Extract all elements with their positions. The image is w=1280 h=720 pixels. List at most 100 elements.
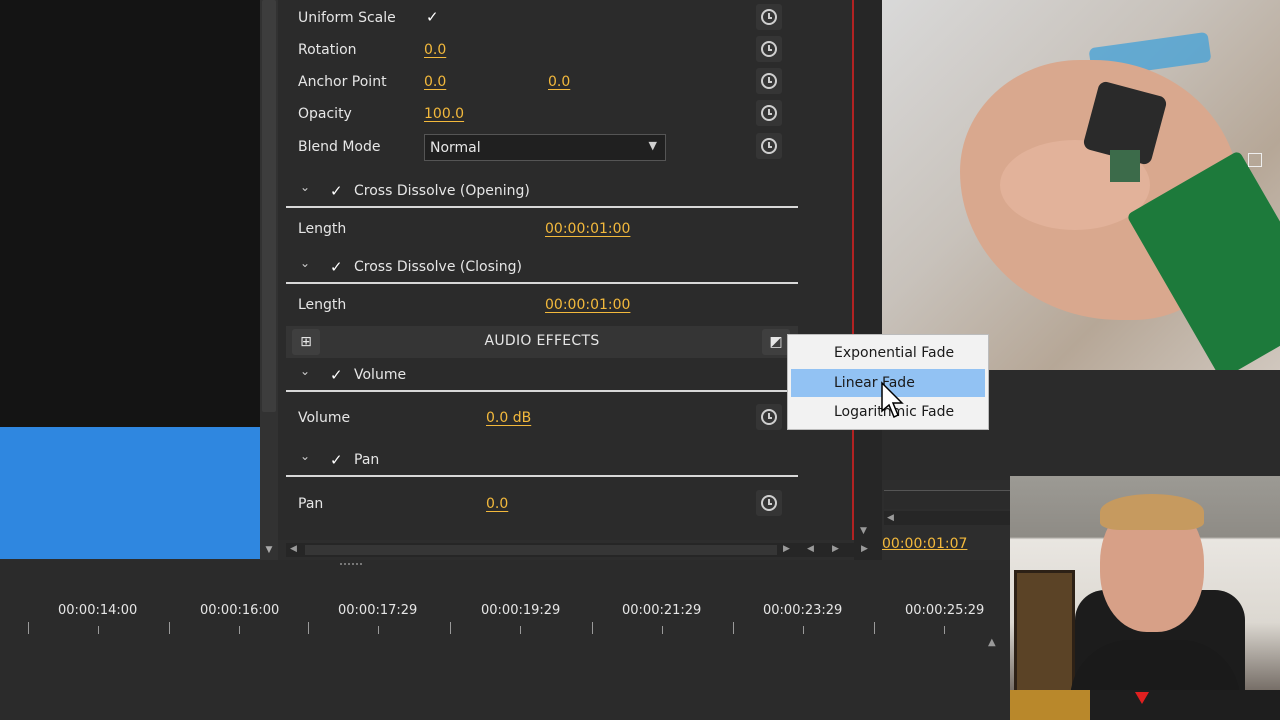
section-divider	[286, 475, 798, 477]
timeline-tick	[944, 626, 945, 634]
cross-dissolve-closing-length-label: Length	[298, 297, 347, 313]
pan-value[interactable]: 0.0	[486, 496, 508, 512]
audio-effects-header: AUDIO EFFECTS	[286, 326, 798, 358]
uniform-scale-checkbox[interactable]: ✓	[426, 8, 439, 26]
section-divider	[286, 282, 798, 284]
timeline-tick	[378, 626, 379, 634]
opacity-value[interactable]: 100.0	[424, 106, 464, 122]
timeline-tick	[98, 626, 99, 634]
left-panel-selection	[0, 427, 260, 559]
scroll-down-arrow-icon[interactable]: ▼	[860, 526, 867, 536]
audio-effects-title: AUDIO EFFECTS	[484, 333, 600, 349]
scroll-right-arrow-icon[interactable]: ▶	[783, 544, 790, 554]
timeline-ruler-label: 00:00:17:29	[338, 603, 418, 618]
horizontal-scrollbar-thumb[interactable]	[305, 545, 777, 555]
uniform-scale-label: Uniform Scale	[298, 10, 396, 26]
chevron-down-icon[interactable]: ⌄	[300, 449, 310, 463]
player-ruler[interactable]	[884, 490, 1010, 509]
blend-mode-keyframe-button[interactable]	[756, 133, 782, 159]
cross-dissolve-closing-title: Cross Dissolve (Closing)	[354, 259, 522, 275]
pan-keyframe-button[interactable]	[756, 490, 782, 516]
opacity-keyframe-button[interactable]	[756, 100, 782, 126]
anchor-point-label: Anchor Point	[298, 74, 387, 90]
properties-scrollbar[interactable]	[854, 0, 882, 560]
scroll-right-arrow-icon[interactable]: ▶	[832, 544, 839, 554]
timeline-tick	[169, 622, 170, 634]
clock-icon	[761, 41, 777, 57]
left-scrollbar-thumb[interactable]	[262, 0, 276, 412]
volume-value[interactable]: 0.0 dB	[486, 410, 531, 426]
cross-dissolve-closing-length-value[interactable]: 00:00:01:00	[545, 297, 630, 313]
left-panel-dark	[0, 0, 260, 427]
blend-mode-select[interactable]: Normal ▼	[424, 134, 666, 161]
rotation-value[interactable]: 0.0	[424, 42, 446, 58]
clock-icon	[761, 409, 777, 425]
scroll-right-arrow-icon[interactable]: ▶	[861, 544, 868, 554]
audio-fade-button[interactable]: ◩	[762, 329, 790, 355]
clock-icon	[761, 138, 777, 154]
timeline-tick	[874, 622, 875, 634]
add-audio-effect-button[interactable]: ⊞	[292, 329, 320, 355]
timeline-tick	[28, 622, 29, 634]
scroll-down-arrow-icon[interactable]: ▼	[262, 544, 276, 556]
anchor-point-x-value[interactable]: 0.0	[424, 74, 446, 90]
timeline-ruler-label: 00:00:14:00	[58, 603, 138, 618]
scroll-left-arrow-icon[interactable]: ◀	[290, 544, 297, 554]
webcam-person-hair	[1100, 494, 1204, 530]
timeline-tick	[662, 626, 663, 634]
add-filter-icon: ⊞	[300, 334, 312, 350]
blend-mode-value: Normal	[430, 140, 481, 156]
opacity-label: Opacity	[298, 106, 352, 122]
menu-item-label: Exponential Fade	[834, 345, 955, 361]
timeline-ruler-label: 00:00:21:29	[622, 603, 702, 618]
chevron-down-icon[interactable]: ⌄	[300, 180, 310, 194]
timeline-ruler-label: 00:00:23:29	[763, 603, 843, 618]
scroll-left-arrow-icon[interactable]: ◀	[887, 513, 894, 523]
pan-label: Pan	[298, 496, 324, 512]
grid-icon[interactable]	[1248, 153, 1262, 167]
webcam-bottom-object	[1010, 690, 1090, 720]
timeline-ruler-label: 00:00:25:29	[905, 603, 985, 618]
playhead-line	[852, 0, 854, 540]
scroll-up-arrow-icon[interactable]: ▲	[988, 637, 996, 648]
uniform-scale-keyframe-button[interactable]	[756, 4, 782, 30]
rotation-keyframe-button[interactable]	[756, 36, 782, 62]
webcam-picture-frame	[1014, 570, 1075, 696]
player-timecode[interactable]: 00:00:01:07	[882, 536, 967, 552]
section-divider	[286, 206, 798, 208]
cross-dissolve-opening-length-value[interactable]: 00:00:01:00	[545, 221, 630, 237]
timeline-tick	[592, 622, 593, 634]
playhead-marker-icon	[1135, 692, 1149, 704]
clock-icon	[761, 73, 777, 89]
cross-dissolve-opening-length-label: Length	[298, 221, 347, 237]
anchor-point-y-value[interactable]: 0.0	[548, 74, 570, 90]
clock-icon	[761, 9, 777, 25]
scroll-left-arrow-icon[interactable]: ◀	[807, 544, 814, 554]
timeline-tick	[520, 626, 521, 634]
rotation-label: Rotation	[298, 42, 357, 58]
pan-checkbox[interactable]: ✓	[330, 451, 343, 469]
player-scrollbar[interactable]	[884, 511, 1010, 525]
timeline-panel	[0, 560, 1010, 720]
chevron-down-icon[interactable]: ⌄	[300, 364, 310, 378]
anchor-point-keyframe-button[interactable]	[756, 68, 782, 94]
timeline-tick	[803, 626, 804, 634]
menu-item-exponential-fade[interactable]: Exponential Fade	[791, 339, 985, 367]
volume-keyframe-button[interactable]	[756, 404, 782, 430]
clock-icon	[761, 105, 777, 121]
cross-dissolve-opening-checkbox[interactable]: ✓	[330, 182, 343, 200]
timeline-tick	[733, 622, 734, 634]
cross-dissolve-closing-checkbox[interactable]: ✓	[330, 258, 343, 276]
panel-splitter-handle[interactable]	[340, 563, 362, 571]
timeline-ruler-label: 00:00:16:00	[200, 603, 280, 618]
clock-icon	[761, 495, 777, 511]
timeline-tick	[239, 626, 240, 634]
chevron-down-icon[interactable]: ⌄	[300, 256, 310, 270]
volume-section-title: Volume	[354, 367, 407, 383]
section-divider	[286, 390, 790, 392]
volume-checkbox[interactable]: ✓	[330, 366, 343, 384]
dropdown-arrow-icon: ▼	[648, 139, 657, 152]
blend-mode-label: Blend Mode	[298, 139, 381, 155]
timeline-tick	[450, 622, 451, 634]
video-switch	[1110, 150, 1140, 182]
